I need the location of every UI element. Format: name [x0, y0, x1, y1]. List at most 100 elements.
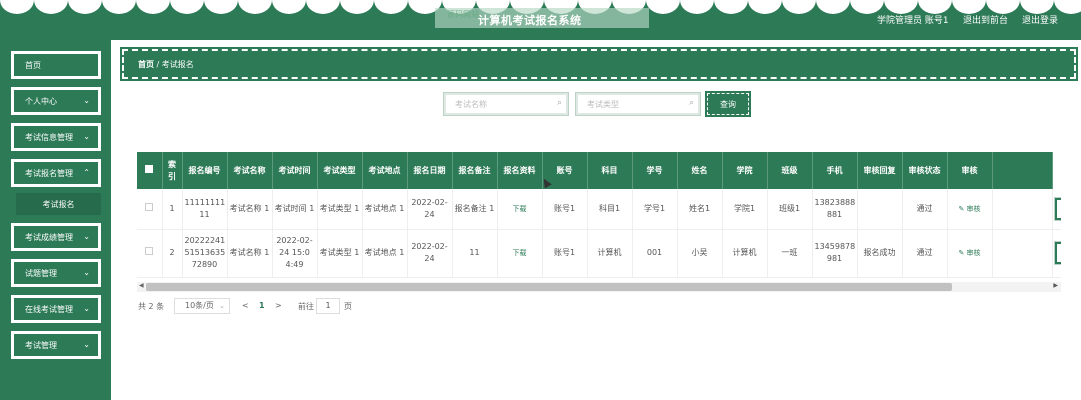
cell-name: 小吴 [677, 229, 723, 278]
column-header [992, 152, 1053, 189]
column-header: 报名备注 [452, 152, 498, 189]
breadcrumb-current: 考试报名 [161, 60, 194, 69]
breadcrumb-text: 首页 / 考试报名 [138, 59, 194, 70]
detail-button[interactable]: ▤ 详 [1053, 241, 1061, 265]
table-header-row: 索引 报名编号 考试名称 考试时间 考试类型 考试地点 报名日期 报名备注 报名… [137, 152, 1061, 189]
download-link[interactable]: 下载 [513, 249, 527, 257]
select-all-checkbox[interactable] [145, 164, 154, 173]
cell-reg-no: 20222241 51513635 72890 [182, 229, 228, 278]
column-header: 报名资料 [497, 152, 543, 189]
cell-reply [857, 189, 903, 230]
next-page-button[interactable]: > [275, 301, 282, 310]
sidebar-item-label: 考试成绩管理 [25, 232, 73, 242]
cell-subject: 计算机 [587, 229, 633, 278]
cell-reg-date: 2022-02- 24 [407, 229, 453, 278]
table-row[interactable]: 2 20222241 51513635 72890 考试名称 1 2022-02… [137, 229, 1061, 278]
cell-college: 计算机 [722, 229, 768, 278]
top-header: 源码网站 计算机考试报名系统 学院管理员 账号1 退出到前台 退出登录 [0, 0, 1081, 40]
breadcrumb-home[interactable]: 首页 [138, 60, 154, 69]
sidebar-item-label: 首页 [25, 60, 41, 70]
cell-exam-type: 考试类型 1 [317, 189, 363, 230]
search-icon: ⌕ [556, 98, 562, 108]
chevron-down-icon: ⌄ [83, 340, 90, 349]
cell-subject: 科目1 [587, 189, 633, 230]
column-header: 报名编号 [182, 152, 228, 189]
edit-icon: ✎ [958, 249, 967, 257]
logout-link[interactable]: 退出登录 [1022, 13, 1058, 26]
audit-button[interactable]: ✎ 审核 [958, 205, 980, 213]
registration-table: 索引 报名编号 考试名称 考试时间 考试类型 考试地点 报名日期 报名备注 报名… [137, 152, 1061, 292]
scroll-right-arrow-icon[interactable]: ▶ [1053, 282, 1058, 289]
cell-exam-place: 考试地点 1 [362, 229, 408, 278]
cell-reply: 报名成功 [857, 229, 903, 278]
sidebar-subitem-label: 考试报名 [42, 199, 75, 209]
sidebar-item-questions[interactable]: 试题管理 ⌄ [11, 259, 101, 287]
cell-class: 班级1 [767, 189, 813, 230]
edit-icon: ✎ [958, 204, 967, 213]
search-input-placeholder: 考试类型 [587, 99, 619, 109]
column-header: 科目 [587, 152, 633, 189]
exam-type-search-input[interactable]: 考试类型 ⌕ [575, 92, 701, 116]
page-size-select[interactable]: 10条/页 ⌄ [174, 298, 230, 314]
cell-exam-time: 考试时间 1 [272, 189, 318, 230]
page-number-current[interactable]: 1 [259, 301, 265, 310]
row-checkbox[interactable] [145, 202, 154, 211]
cell-exam-name: 考试名称 1 [227, 189, 273, 230]
download-link[interactable]: 下载 [513, 205, 527, 213]
sidebar-item-personal-center[interactable]: 个人中心 ⌄ [11, 87, 101, 115]
sidebar-item-label: 个人中心 [25, 96, 57, 106]
sidebar-item-exam-info[interactable]: 考试信息管理 ⌄ [11, 123, 101, 151]
breadcrumb-separator: / [156, 60, 160, 69]
horizontal-scrollbar[interactable]: ◀ ▶ [137, 282, 1061, 292]
column-header: 学院 [722, 152, 768, 189]
scroll-left-arrow-icon[interactable]: ◀ [139, 282, 144, 289]
sidebar-subitem-registration[interactable]: 考试报名 [16, 193, 101, 215]
sidebar-item-label: 在线考试管理 [25, 304, 73, 314]
detail-button[interactable]: ▤ 详 [1053, 196, 1061, 221]
column-header: 姓名 [677, 152, 723, 189]
query-button[interactable]: 查询 [705, 91, 751, 117]
column-header: 班级 [767, 152, 813, 189]
goto-page-input[interactable]: 1 [316, 298, 340, 314]
sidebar-item-exam-scores[interactable]: 考试成绩管理 ⌄ [11, 223, 101, 251]
sidebar-item-online-exam[interactable]: 在线考试管理 ⌄ [11, 295, 101, 323]
chevron-down-icon: ⌄ [83, 96, 90, 105]
select-all-cell[interactable] [137, 152, 163, 189]
exit-to-frontend-link[interactable]: 退出到前台 [963, 13, 1008, 26]
column-header: 审核状态 [902, 152, 948, 189]
prev-page-button[interactable]: < [242, 301, 249, 310]
sidebar-item-exam-registration[interactable]: 考试报名管理 ⌃ [11, 159, 101, 187]
cell-exam-name: 考试名称 1 [227, 229, 273, 278]
exam-name-search-input[interactable]: 考试名称 ⌕ [443, 92, 569, 116]
cell-reg-date: 2022-02- 24 [407, 189, 453, 230]
cell-exam-time: 2022-02- 24 15:0 4:49 [272, 229, 318, 278]
cell-college: 学院1 [722, 189, 768, 230]
sidebar-item-home[interactable]: 首页 [11, 51, 101, 79]
sidebar-item-exam-management[interactable]: 考试管理 ⌄ [11, 331, 101, 359]
search-input-placeholder: 考试名称 [455, 99, 487, 109]
column-header: 审核 [947, 152, 993, 189]
audit-label: 审核 [966, 204, 981, 213]
sidebar-item-label: 考试报名管理 [25, 168, 73, 178]
cell-reg-note: 11 [452, 229, 498, 278]
cell-class: 一班 [767, 229, 813, 278]
table-row[interactable]: 1 11111111 11 考试名称 1 考试时间 1 考试类型 1 考试地点 … [137, 189, 1061, 230]
audit-label: 审核 [966, 249, 981, 257]
cell-reg-no: 11111111 11 [182, 189, 228, 230]
chevron-up-icon: ⌃ [83, 168, 90, 177]
audit-button[interactable]: ✎ 审核 [958, 249, 980, 257]
column-header: 索引 [162, 152, 183, 189]
chevron-down-icon: ⌄ [83, 268, 90, 277]
scrollbar-thumb[interactable] [146, 283, 952, 291]
column-header: 报名日期 [407, 152, 453, 189]
column-header: 考试时间 [272, 152, 318, 189]
chevron-down-icon: ⌄ [83, 304, 90, 313]
chevron-down-icon: ⌄ [219, 302, 225, 310]
cell-exam-place: 考试地点 1 [362, 189, 408, 230]
goto-label: 前往 [298, 302, 314, 311]
cell-student-no: 学号1 [632, 189, 678, 230]
cell-student-no: 001 [632, 229, 678, 278]
sidebar-item-label: 考试信息管理 [25, 132, 73, 142]
current-user: 学院管理员 账号1 [877, 16, 949, 26]
row-checkbox[interactable] [145, 247, 154, 255]
